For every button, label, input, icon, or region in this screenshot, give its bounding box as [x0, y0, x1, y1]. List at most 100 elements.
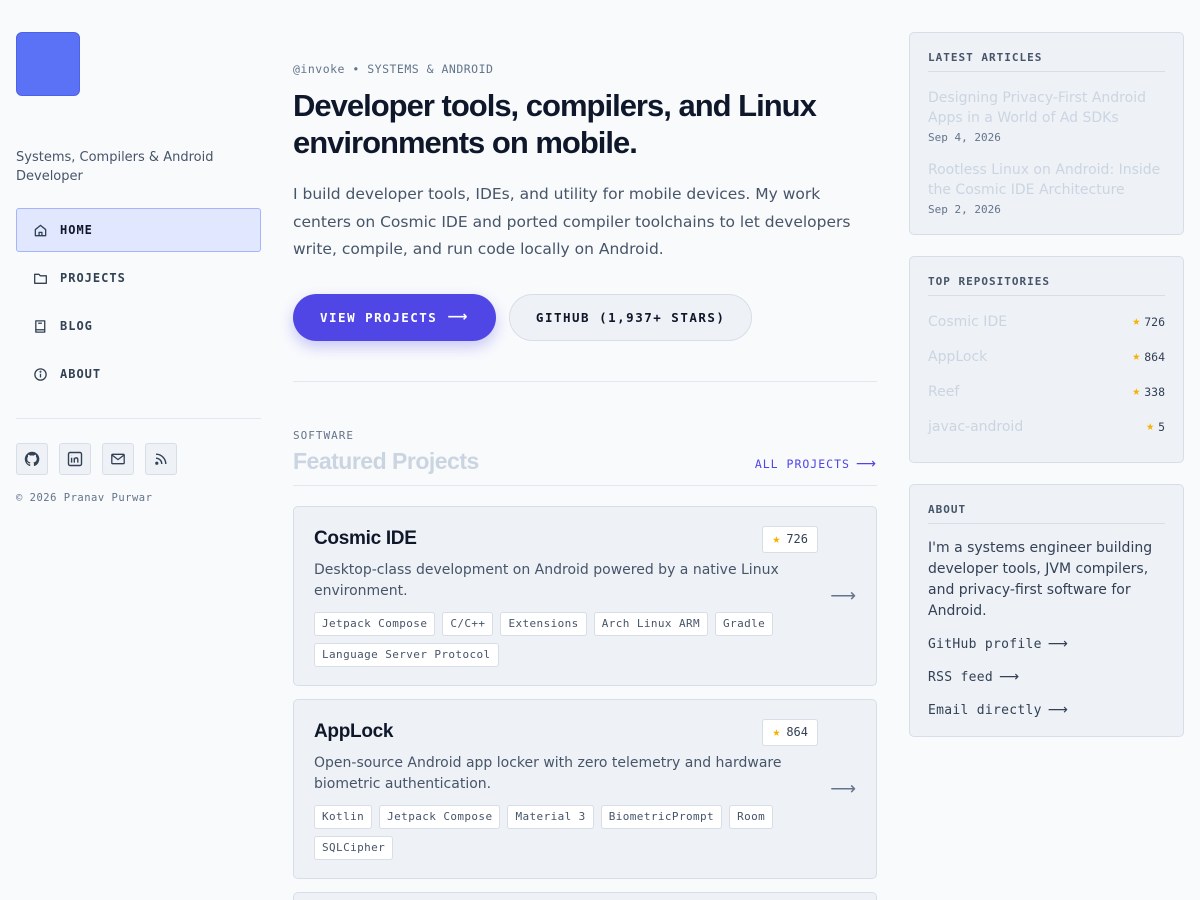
book-icon — [32, 318, 48, 334]
panel-title: LATEST ARTICLES — [928, 51, 1165, 72]
project-description: Desktop-class development on Android pow… — [314, 561, 779, 599]
repo-item[interactable]: AppLock ★ 864 — [928, 339, 1165, 374]
repo-item[interactable]: javac-android ★ 5 — [928, 409, 1165, 444]
nav-item-projects[interactable]: PROJECTS — [16, 256, 261, 300]
github-stars-label: GITHUB (1,937+ STARS) — [535, 309, 726, 325]
arrow-right-icon: ⟶ — [830, 778, 856, 799]
rss-icon — [153, 451, 169, 467]
mail-icon — [110, 451, 126, 467]
tag-list: Jetpack Compose C/C++ Extensions Arch Li… — [314, 611, 814, 667]
main-content: @invoke • SYSTEMS & ANDROID Developer to… — [293, 62, 877, 900]
linkedin-icon — [67, 451, 83, 467]
right-column: LATEST ARTICLES Designing Privacy-First … — [909, 32, 1184, 758]
email-link[interactable]: Email directly ⟶ — [928, 702, 1165, 718]
all-projects-label: ALL PROJECTS — [754, 456, 850, 471]
github-profile-link[interactable]: GitHub profile ⟶ — [928, 636, 1165, 652]
top-repositories-panel: TOP REPOSITORIES Cosmic IDE ★ 726 AppLoc… — [909, 256, 1184, 463]
about-panel: ABOUT I'm a systems engineer building de… — [909, 484, 1184, 737]
nav-item-home[interactable]: HOME — [16, 208, 261, 252]
nav-item-about[interactable]: ABOUT — [16, 352, 261, 396]
repo-list: Cosmic IDE ★ 726 AppLock ★ 864 Reef ★ 33… — [928, 304, 1165, 444]
article-date: Sep 4, 2026 — [928, 131, 1001, 144]
nav-label: ABOUT — [60, 367, 102, 381]
view-projects-label: VIEW PROJECTS — [320, 309, 438, 325]
star-icon: ★ — [1132, 314, 1141, 329]
rss-feed-link[interactable]: RSS feed ⟶ — [928, 669, 1165, 685]
star-count: 338 — [1144, 384, 1165, 399]
article-title: Rootless Linux on Android: Inside the Co… — [928, 162, 1161, 198]
rss-link[interactable] — [145, 443, 177, 475]
tag: Jetpack Compose — [314, 611, 436, 636]
latest-articles-panel: LATEST ARTICLES Designing Privacy-First … — [909, 32, 1184, 235]
arrow-right-icon: ⟶ — [855, 455, 877, 472]
tag: SQLCipher — [314, 835, 394, 860]
nav-label: PROJECTS — [60, 271, 126, 285]
star-count: 726 — [786, 532, 808, 546]
tag-list: Kotlin Jetpack Compose Material 3 Biomet… — [314, 804, 814, 860]
star-icon: ★ — [772, 531, 781, 547]
tag: Material 3 — [507, 804, 594, 829]
arrow-right-icon: ⟶ — [1047, 636, 1069, 652]
about-links: GitHub profile ⟶ RSS feed ⟶ Email direct… — [928, 636, 1165, 718]
about-text: I'm a systems engineer building develope… — [928, 540, 1153, 619]
star-icon: ★ — [772, 724, 781, 740]
hero-actions: VIEW PROJECTS ⟶ GITHUB (1,937+ STARS) — [293, 293, 877, 341]
project-description: Open-source Android app locker with zero… — [314, 754, 782, 792]
view-projects-button[interactable]: VIEW PROJECTS ⟶ — [293, 293, 496, 341]
info-icon — [32, 366, 48, 382]
link-label: GitHub profile — [928, 636, 1042, 652]
star-icon: ★ — [1132, 349, 1141, 364]
star-count: 864 — [1144, 349, 1165, 364]
star-icon: ★ — [1146, 419, 1155, 434]
tag: Kotlin — [314, 804, 373, 829]
nav-label: BLOG — [60, 319, 93, 333]
star-count: 864 — [786, 725, 808, 739]
logo[interactable] — [16, 32, 80, 96]
panel-title: TOP REPOSITORIES — [928, 275, 1165, 296]
repo-item[interactable]: Cosmic IDE ★ 726 — [928, 304, 1165, 339]
github-link[interactable] — [16, 443, 48, 475]
repo-stars: ★ 338 — [1132, 384, 1165, 399]
star-icon: ★ — [1132, 384, 1141, 399]
hero-eyebrow: @invoke • SYSTEMS & ANDROID — [293, 62, 494, 76]
star-count-badge: ★ 864 — [762, 718, 818, 746]
arrow-right-icon: ⟶ — [1047, 702, 1069, 718]
copyright: © 2026 Pranav Purwar — [16, 492, 153, 504]
repo-item[interactable]: Reef ★ 338 — [928, 374, 1165, 409]
arrow-right-icon: ⟶ — [447, 309, 469, 325]
repo-name: javac-android — [928, 418, 1024, 435]
linkedin-link[interactable] — [59, 443, 91, 475]
panel-title: ABOUT — [928, 503, 1165, 524]
tag: Arch Linux ARM — [593, 611, 709, 636]
article-title: Designing Privacy-First Android Apps in … — [928, 90, 1146, 126]
divider — [16, 418, 261, 419]
main-nav: HOME PROJECTS BLOG ABOUT — [16, 208, 261, 396]
article-item[interactable]: Designing Privacy-First Android Apps in … — [928, 88, 1165, 144]
social-links — [16, 443, 261, 475]
project-card-partial[interactable] — [293, 891, 877, 900]
repo-name: AppLock — [928, 348, 988, 365]
hero-headline: Developer tools, compilers, and Linux en… — [293, 88, 817, 160]
divider — [293, 380, 877, 382]
email-link[interactable] — [102, 443, 134, 475]
star-count: 726 — [1144, 314, 1165, 329]
section-eyebrow: SOFTWARE — [293, 428, 354, 442]
folder-icon — [32, 270, 48, 286]
repo-stars: ★ 864 — [1132, 349, 1165, 364]
project-card-cosmic-ide[interactable]: Cosmic IDE ★ 726 Desktop-class developme… — [293, 505, 877, 686]
tagline: Systems, Compilers & Android Developer — [16, 150, 214, 184]
repo-name: Cosmic IDE — [928, 313, 1008, 330]
link-label: Email directly — [928, 702, 1042, 718]
tag: Jetpack Compose — [379, 804, 501, 829]
all-projects-link[interactable]: ALL PROJECTS ⟶ — [755, 456, 877, 472]
tag: C/C++ — [442, 611, 494, 636]
arrow-right-icon: ⟶ — [830, 585, 856, 606]
link-label: RSS feed — [928, 669, 994, 685]
nav-label: HOME — [60, 223, 93, 237]
tag: Gradle — [715, 611, 774, 636]
article-item[interactable]: Rootless Linux on Android: Inside the Co… — [928, 160, 1165, 216]
arrow-right-icon: ⟶ — [999, 669, 1020, 685]
project-card-applock[interactable]: AppLock ★ 864 Open-source Android app lo… — [293, 698, 877, 879]
nav-item-blog[interactable]: BLOG — [16, 304, 261, 348]
github-stars-button[interactable]: GITHUB (1,937+ STARS) — [508, 293, 753, 341]
